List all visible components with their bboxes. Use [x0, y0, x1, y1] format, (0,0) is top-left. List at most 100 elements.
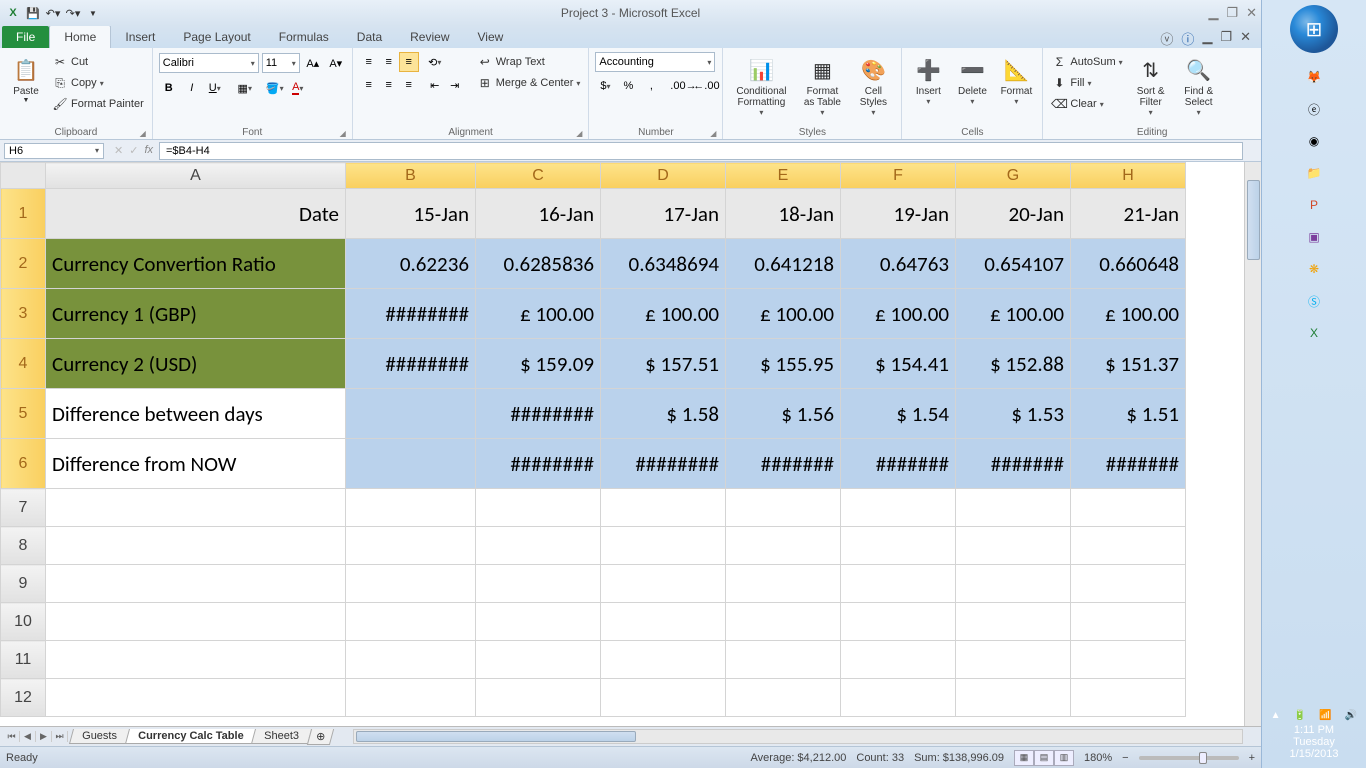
- formula-bar[interactable]: =$B4-H4: [159, 142, 1243, 160]
- cell-A2[interactable]: Currency Convertion Ratio: [46, 239, 346, 289]
- increase-font-icon[interactable]: A▴: [303, 53, 323, 73]
- cell-H6[interactable]: #######: [1071, 439, 1186, 489]
- cell-E2[interactable]: 0.641218: [726, 239, 841, 289]
- new-sheet-button[interactable]: ⊕: [307, 729, 335, 745]
- cell-H9[interactable]: [1071, 565, 1186, 603]
- cell-C4[interactable]: $ 159.09: [476, 339, 601, 389]
- cell-C12[interactable]: [476, 679, 601, 717]
- row-header-12[interactable]: 12: [1, 679, 46, 717]
- cell-B9[interactable]: [346, 565, 476, 603]
- start-button[interactable]: ⊞: [1290, 5, 1338, 53]
- cell-B12[interactable]: [346, 679, 476, 717]
- cell-A11[interactable]: [46, 641, 346, 679]
- border-button[interactable]: ▦▾: [235, 78, 255, 98]
- cell-F11[interactable]: [841, 641, 956, 679]
- firefox-icon[interactable]: 🦊: [1267, 61, 1362, 93]
- normal-view-icon[interactable]: ▦: [1014, 750, 1034, 766]
- tab-insert[interactable]: Insert: [111, 26, 169, 48]
- cell-A7[interactable]: [46, 489, 346, 527]
- cell-B11[interactable]: [346, 641, 476, 679]
- cell-H10[interactable]: [1071, 603, 1186, 641]
- merge-center-button[interactable]: ⊞Merge & Center▾: [475, 73, 583, 93]
- cell-G3[interactable]: £ 100.00: [956, 289, 1071, 339]
- dialog-launcher-icon[interactable]: ◢: [576, 129, 582, 138]
- dialog-launcher-icon[interactable]: ◢: [140, 129, 146, 138]
- cell-A3[interactable]: Currency 1 (GBP): [46, 289, 346, 339]
- excel-taskbar-icon[interactable]: X: [1267, 317, 1362, 349]
- format-as-table-button[interactable]: ▦Format as Table▾: [797, 52, 847, 119]
- cell-E11[interactable]: [726, 641, 841, 679]
- save-icon[interactable]: 💾: [24, 4, 42, 22]
- explorer-icon[interactable]: 📁: [1267, 157, 1362, 189]
- paste-button[interactable]: 📋Paste▼: [6, 52, 46, 106]
- cell-E6[interactable]: #######: [726, 439, 841, 489]
- fill-color-button[interactable]: 🪣▾: [265, 78, 285, 98]
- cell-C6[interactable]: ########: [476, 439, 601, 489]
- cell-C10[interactable]: [476, 603, 601, 641]
- cell-E7[interactable]: [726, 489, 841, 527]
- cell-C2[interactable]: 0.6285836: [476, 239, 601, 289]
- cell-A4[interactable]: Currency 2 (USD): [46, 339, 346, 389]
- font-name-combo[interactable]: Calibri▾: [159, 53, 259, 73]
- align-middle-icon[interactable]: ≡: [379, 52, 399, 72]
- page-layout-view-icon[interactable]: ▤: [1034, 750, 1054, 766]
- row-header-1[interactable]: 1: [1, 189, 46, 239]
- cell-C7[interactable]: [476, 489, 601, 527]
- decrease-indent-icon[interactable]: ⇤: [425, 75, 445, 95]
- cell-F4[interactable]: $ 154.41: [841, 339, 956, 389]
- cell-G7[interactable]: [956, 489, 1071, 527]
- cell-D10[interactable]: [601, 603, 726, 641]
- row-header-11[interactable]: 11: [1, 641, 46, 679]
- cell-F7[interactable]: [841, 489, 956, 527]
- align-left-icon[interactable]: ≡: [359, 75, 379, 95]
- percent-button[interactable]: %: [618, 76, 638, 96]
- align-right-icon[interactable]: ≡: [399, 75, 419, 95]
- bold-button[interactable]: B: [159, 78, 179, 98]
- row-header-2[interactable]: 2: [1, 239, 46, 289]
- cell-D2[interactable]: 0.6348694: [601, 239, 726, 289]
- cell-G6[interactable]: #######: [956, 439, 1071, 489]
- tab-page-layout[interactable]: Page Layout: [169, 26, 264, 48]
- spreadsheet-grid[interactable]: ABCDEFGH1Date15-Jan16-Jan17-Jan18-Jan19-…: [0, 162, 1186, 717]
- fx-icon[interactable]: fx: [144, 144, 153, 157]
- cell-C5[interactable]: ########: [476, 389, 601, 439]
- cell-H12[interactable]: [1071, 679, 1186, 717]
- cell-E10[interactable]: [726, 603, 841, 641]
- cell-G12[interactable]: [956, 679, 1071, 717]
- col-header-D[interactable]: D: [601, 163, 726, 189]
- help-icon[interactable]: ⓘ: [1181, 29, 1194, 48]
- wrap-text-button[interactable]: ↩Wrap Text: [475, 52, 583, 72]
- cell-B10[interactable]: [346, 603, 476, 641]
- copy-button[interactable]: ⎘Copy▾: [50, 73, 146, 93]
- tab-review[interactable]: Review: [396, 26, 463, 48]
- dialog-launcher-icon[interactable]: ◢: [340, 129, 346, 138]
- cell-styles-button[interactable]: 🎨Cell Styles▾: [851, 52, 895, 119]
- cell-A9[interactable]: [46, 565, 346, 603]
- cell-E1[interactable]: 18-Jan: [726, 189, 841, 239]
- col-header-E[interactable]: E: [726, 163, 841, 189]
- cancel-formula-icon[interactable]: ✕: [114, 144, 123, 157]
- fill-button[interactable]: ⬇Fill▾: [1049, 73, 1124, 93]
- restore-button[interactable]: ❐: [1226, 5, 1238, 21]
- align-bottom-icon[interactable]: ≡: [399, 52, 419, 72]
- cut-button[interactable]: ✂Cut: [50, 52, 146, 72]
- orientation-icon[interactable]: ⟲▾: [425, 52, 445, 72]
- file-tab[interactable]: File: [2, 26, 49, 48]
- cell-F5[interactable]: $ 1.54: [841, 389, 956, 439]
- row-header-9[interactable]: 9: [1, 565, 46, 603]
- cell-G11[interactable]: [956, 641, 1071, 679]
- battery-icon[interactable]: 🔋: [1294, 710, 1306, 721]
- cell-E3[interactable]: £ 100.00: [726, 289, 841, 339]
- currency-button[interactable]: $▾: [595, 76, 615, 96]
- comma-button[interactable]: ,: [641, 76, 661, 96]
- cell-E8[interactable]: [726, 527, 841, 565]
- align-top-icon[interactable]: ≡: [359, 52, 379, 72]
- row-header-10[interactable]: 10: [1, 603, 46, 641]
- cell-D1[interactable]: 17-Jan: [601, 189, 726, 239]
- row-header-7[interactable]: 7: [1, 489, 46, 527]
- col-header-G[interactable]: G: [956, 163, 1071, 189]
- cell-A8[interactable]: [46, 527, 346, 565]
- skype-icon[interactable]: Ⓢ: [1267, 285, 1362, 317]
- col-header-H[interactable]: H: [1071, 163, 1186, 189]
- cell-E5[interactable]: $ 1.56: [726, 389, 841, 439]
